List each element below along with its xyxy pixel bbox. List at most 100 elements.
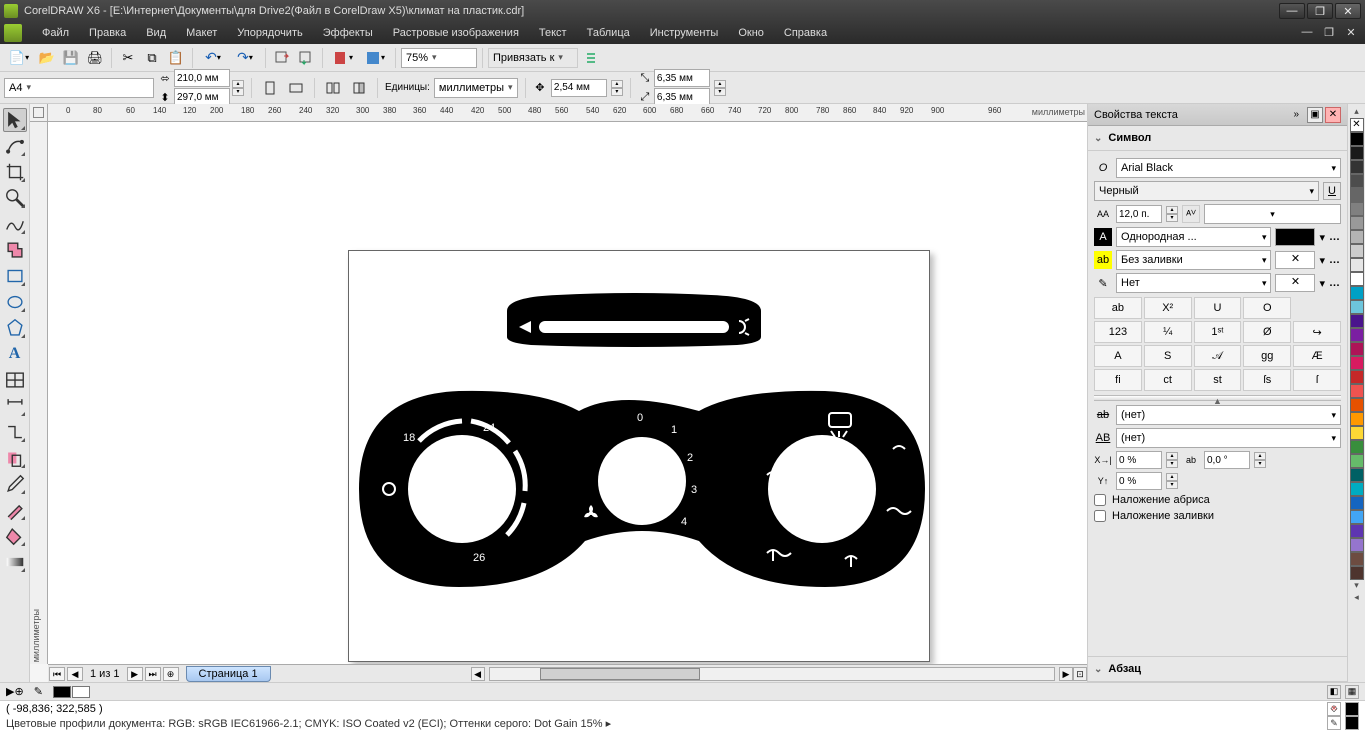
- swatch[interactable]: [1350, 272, 1364, 286]
- tool-freehand[interactable]: [3, 212, 27, 236]
- options-button[interactable]: [580, 47, 602, 69]
- dupx-input[interactable]: [654, 69, 710, 87]
- opt-longs[interactable]: ſ: [1293, 369, 1341, 391]
- outline-color[interactable]: ✕: [1275, 274, 1315, 292]
- swatch[interactable]: [1350, 552, 1364, 566]
- outline-pen-status-icon[interactable]: ✎: [1327, 716, 1341, 730]
- horizontal-scrollbar[interactable]: [489, 667, 1055, 681]
- outline-none-icon[interactable]: ◇✕: [1327, 702, 1341, 716]
- fill-indicator[interactable]: [53, 686, 90, 698]
- opt-o[interactable]: O: [1243, 297, 1291, 319]
- pagenav-prev[interactable]: ◀: [67, 667, 83, 681]
- swatch[interactable]: [1350, 342, 1364, 356]
- section-paragraph[interactable]: ⌄Абзац: [1094, 661, 1341, 677]
- fill-type-combo[interactable]: Однородная ...▾: [1116, 227, 1271, 247]
- swatch[interactable]: [1350, 440, 1364, 454]
- menu-view[interactable]: Вид: [136, 27, 176, 39]
- hscroll-right[interactable]: ▶: [1059, 667, 1073, 681]
- tool-shape[interactable]: [3, 134, 27, 158]
- swatch[interactable]: [1350, 244, 1364, 258]
- opt-gg[interactable]: gg: [1243, 345, 1291, 367]
- undo-button[interactable]: ▾: [198, 47, 228, 69]
- doc-restore-button[interactable]: ❐: [1319, 26, 1339, 40]
- dim-up[interactable]: ▴: [232, 80, 244, 88]
- opt-S[interactable]: S: [1144, 345, 1192, 367]
- tool-eyedropper[interactable]: [3, 472, 27, 496]
- opt-zero[interactable]: Ø: [1243, 321, 1291, 343]
- opt-fi[interactable]: fi: [1094, 369, 1142, 391]
- swatch-none[interactable]: [1350, 118, 1364, 132]
- tool-fill[interactable]: [3, 524, 27, 548]
- overlay-fill-check[interactable]: Наложение заливки: [1094, 510, 1341, 522]
- tool-ifill[interactable]: [3, 550, 27, 574]
- menu-bitmaps[interactable]: Растровые изображения: [383, 27, 529, 39]
- tool-zoom[interactable]: [3, 186, 27, 210]
- font-style-combo[interactable]: Черный▾: [1094, 181, 1319, 201]
- tool-interactive[interactable]: [3, 446, 27, 470]
- tool-dimension[interactable]: [3, 394, 27, 418]
- tool-connector[interactable]: [3, 420, 27, 444]
- swatch[interactable]: [1350, 398, 1364, 412]
- fill-black-icon[interactable]: [1345, 702, 1359, 716]
- minimize-button[interactable]: —: [1279, 3, 1305, 19]
- menu-tools[interactable]: Инструменты: [640, 27, 729, 39]
- bgfill-more[interactable]: …: [1329, 254, 1341, 266]
- swatch[interactable]: [1350, 356, 1364, 370]
- swatch[interactable]: [1350, 426, 1364, 440]
- swatch[interactable]: [1350, 188, 1364, 202]
- swatch[interactable]: [1350, 412, 1364, 426]
- swatch[interactable]: [1350, 328, 1364, 342]
- page-size-combo[interactable]: A4▾: [4, 78, 154, 98]
- pagenav-first[interactable]: ⏮: [49, 667, 65, 681]
- page-width-input[interactable]: [174, 69, 230, 87]
- menu-help[interactable]: Справка: [774, 27, 837, 39]
- angle-input[interactable]: [1204, 451, 1250, 469]
- kerning-combo[interactable]: ▾: [1204, 204, 1341, 224]
- opt-ord[interactable]: 1ˢᵗ: [1194, 321, 1242, 343]
- menu-window[interactable]: Окно: [728, 27, 774, 39]
- publish-pdf-button[interactable]: ▾: [328, 47, 358, 69]
- menu-text[interactable]: Текст: [529, 27, 577, 39]
- canvas[interactable]: 0 80 60 140 120 200 180 260 240 320 300 …: [30, 104, 1087, 682]
- swatch[interactable]: [1350, 146, 1364, 160]
- all-pages-button[interactable]: [322, 77, 344, 99]
- doc-close-button[interactable]: ✕: [1341, 26, 1361, 40]
- tool-text[interactable]: A: [3, 342, 27, 366]
- redo-button[interactable]: ▾: [230, 47, 260, 69]
- font-size-input[interactable]: [1116, 205, 1162, 223]
- opt-swash[interactable]: ↪: [1293, 321, 1341, 343]
- swatch[interactable]: [1350, 496, 1364, 510]
- save-button[interactable]: [60, 47, 82, 69]
- opt-frac[interactable]: ¼: [1144, 321, 1192, 343]
- opt-st[interactable]: st: [1194, 369, 1242, 391]
- page-tab[interactable]: Страница 1: [186, 666, 271, 682]
- swatch[interactable]: [1350, 202, 1364, 216]
- ruler-origin[interactable]: [30, 104, 48, 122]
- menu-layout[interactable]: Макет: [176, 27, 227, 39]
- menu-arrange[interactable]: Упорядочить: [227, 27, 312, 39]
- cut-button[interactable]: [117, 47, 139, 69]
- swatch[interactable]: [1350, 216, 1364, 230]
- outline-combo[interactable]: Нет▾: [1116, 273, 1271, 293]
- swatch[interactable]: [1350, 538, 1364, 552]
- swatch[interactable]: [1350, 160, 1364, 174]
- swatch[interactable]: [1350, 258, 1364, 272]
- opt-A[interactable]: A: [1094, 345, 1142, 367]
- opt-u[interactable]: U: [1194, 297, 1242, 319]
- app-launcher-button[interactable]: ▾: [360, 47, 390, 69]
- tool-rectangle[interactable]: [3, 264, 27, 288]
- opt-AE[interactable]: Æ: [1293, 345, 1341, 367]
- underline-combo[interactable]: (нет)▾: [1116, 428, 1341, 448]
- export-button[interactable]: [295, 47, 317, 69]
- docker-dock-button[interactable]: ▣: [1307, 107, 1323, 123]
- fill-more[interactable]: …: [1329, 231, 1341, 243]
- swatch[interactable]: [1350, 384, 1364, 398]
- section-collapse[interactable]: ▲: [1094, 395, 1341, 401]
- offsety-input[interactable]: [1116, 472, 1162, 490]
- portrait-button[interactable]: [259, 77, 281, 99]
- swatch[interactable]: [1350, 300, 1364, 314]
- swatch[interactable]: [1350, 524, 1364, 538]
- fill-color[interactable]: [1275, 228, 1315, 246]
- hint-play-icon[interactable]: ▶⊕: [6, 685, 24, 698]
- app-icon[interactable]: [4, 24, 22, 42]
